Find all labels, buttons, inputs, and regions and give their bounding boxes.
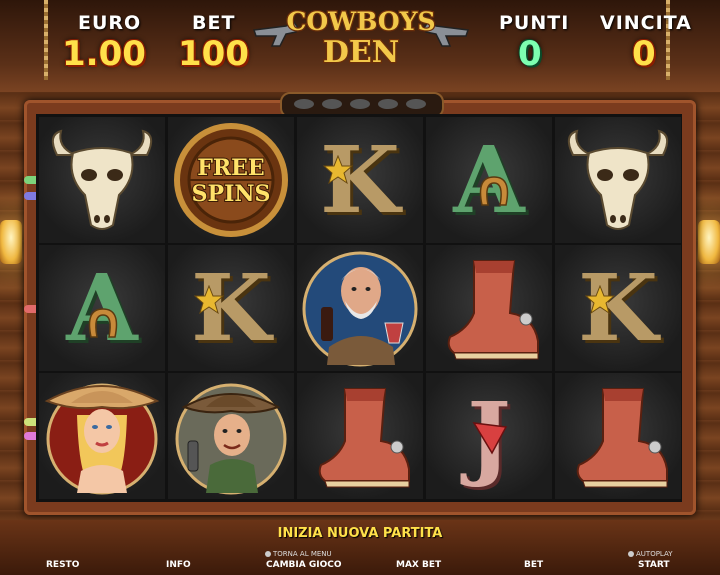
wall-lamp [698,220,720,264]
game-logo: COWBOYS DEN [252,6,470,71]
euro-label: EURO [78,12,142,34]
autoplay-button[interactable]: AUTOPLAY [628,550,673,558]
vincita-label: VINCITA [600,12,692,34]
change-game-button[interactable]: CAMBIA GIOCO [266,560,341,570]
euro-value: 1.00 [62,34,146,74]
reel-cell: K [555,245,681,371]
bandana-icon [472,422,508,455]
bull-skull-icon [51,129,153,230]
logo-line1: COWBOYS [286,7,435,36]
cowboy-boot-icon [576,388,668,488]
autoplay-dot-icon [628,551,634,557]
autoplay-label: AUTOPLAY [636,550,673,558]
reel-cell [39,117,165,243]
bet-value: 100 [178,34,249,74]
menu-dot-icon [265,551,271,557]
punti-value: 0 [518,34,542,74]
cowboy-boot-icon [318,388,410,488]
sheriff-star-icon [323,155,353,185]
bull-skull-icon [567,129,669,230]
back-to-menu-label: TORNA AL MENU [273,550,332,558]
reel-cell: A [426,117,552,243]
horseshoe-icon [88,308,118,338]
reel-cell: K [168,245,294,371]
reel-cell [555,117,681,243]
punti-label: PUNTI [499,12,570,34]
bet-label: BET [192,12,236,34]
cowboy-icon [175,383,287,495]
vincita-value: 0 [632,34,656,74]
info-button[interactable]: INFO [166,560,191,570]
free-spins-line2: SPINS [192,181,271,207]
reel-cell [555,373,681,499]
new-game-button[interactable]: INIZIA NUOVA PARTITA [0,526,720,541]
wall-lamp [0,220,22,264]
sheriff-star-icon [585,285,615,315]
reel-cell [426,245,552,371]
horseshoe-icon [479,176,509,206]
cowgirl-icon [44,383,160,495]
reel-cell [297,245,423,371]
sheriff-star-icon [194,285,224,315]
reel-cell: FREE SPINS [168,117,294,243]
reel-cell [297,373,423,499]
bet-button[interactable]: BET [524,560,543,570]
back-to-menu-link[interactable]: TORNA AL MENU [265,550,332,558]
free-spins-barrel-icon: FREE SPINS [174,123,288,237]
start-button[interactable]: START [638,560,670,570]
cowboy-boot-icon [447,260,539,360]
resto-button[interactable]: RESTO [46,560,79,570]
free-spins-line1: FREE [197,155,264,181]
reel-cell: K [297,117,423,243]
reel-cell: J [426,373,552,499]
logo-line2: DEN [323,35,399,70]
rope [44,0,48,80]
reel-cell [168,373,294,499]
reel-grid: A FREE SPINS K K A K [36,114,682,502]
reel-cell [39,373,165,499]
max-bet-button[interactable]: MAX BET [396,560,441,570]
reel-cell: A [39,245,165,371]
old-man-icon [302,251,418,367]
